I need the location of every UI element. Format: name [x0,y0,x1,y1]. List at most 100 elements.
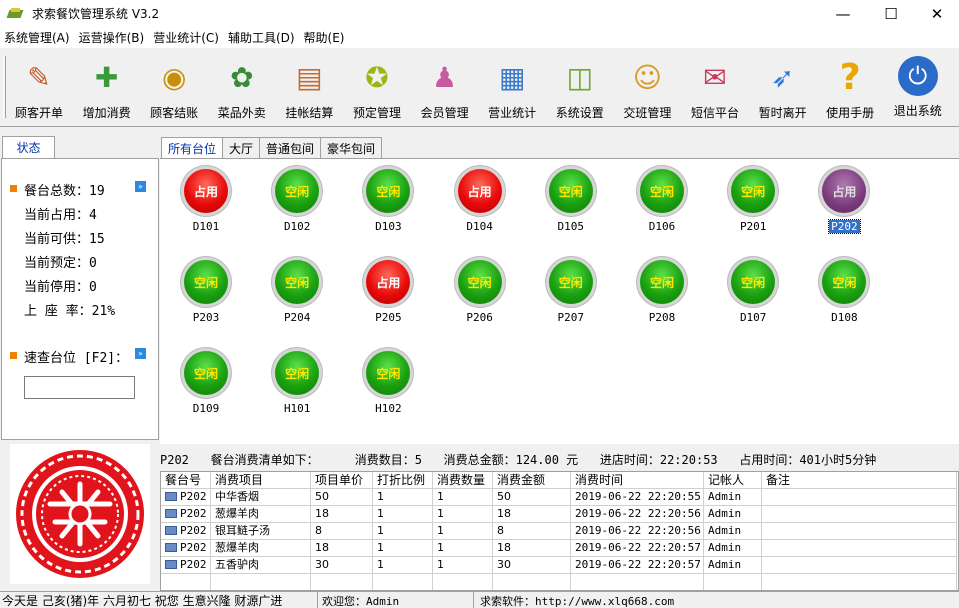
table-item[interactable]: 空闲 H102 [358,351,418,419]
toolbar-button-10[interactable]: ☺ 交班管理 [614,52,680,122]
sale-tag-icon: ✿ [230,60,254,94]
table-item[interactable]: 空闲 D106 [632,169,692,237]
table-item[interactable]: 空闲 D105 [541,169,601,237]
column-header[interactable]: 消费时间 [571,472,704,489]
toolbar-button-1[interactable]: ✎ 顾客开单 [6,52,72,122]
table-item[interactable]: 空闲 D109 [176,351,236,419]
tab-all-tables[interactable]: 所有台位 [161,137,224,159]
table-item[interactable]: 占用 D104 [450,169,510,237]
table-item[interactable]: 空闲 D107 [723,260,783,328]
column-header[interactable]: 备注 [762,472,957,489]
column-header-label: 消费金额 [497,473,546,487]
table-item[interactable]: 空闲 D108 [814,260,874,328]
grid-cell-value: 8 [315,524,322,537]
app-logo-icon [8,7,24,20]
grid-cell-value: 2019-06-22 22:20:56 [575,507,701,520]
toolbar-button-14[interactable]: ⏻ 退出系统 [885,52,951,122]
consumption-summary: P202 餐台消费清单如下： 消费数目：5 消费总金额：124.00 元 进店时… [160,452,877,467]
table-status-icon: 空闲 [548,260,593,304]
table-item[interactable]: 空闲 D102 [267,169,327,237]
table-item[interactable]: 空闲 P208 [632,260,692,328]
grid-cell-value: 1 [377,541,384,554]
menu-statistics[interactable]: 营业统计(C) [153,29,219,46]
grid-cell-value: 18 [497,507,511,520]
toolbar-button-label: 增加消费 [82,106,131,120]
tab-status[interactable]: 状态 [2,136,55,158]
table-status-icon: 空闲 [731,169,776,213]
menu-bar: 系统管理(A) 运营操作(B) 营业统计(C) 辅助工具(D) 帮助(E) [0,27,959,47]
column-header[interactable]: 打折比例 [373,472,433,489]
menu-help[interactable]: 帮助(E) [304,29,345,46]
toolbar-button-8[interactable]: ▦ 营业统计 [479,52,545,122]
table-row[interactable]: P202 葱爆羊肉 18 1 1 18 2019-06-22 22:20:56 Admin [161,506,957,523]
grid-cell-value: P202 [180,558,207,571]
column-header-label: 消费项目 [215,473,264,487]
tab-standard-room[interactable]: 普通包间 [259,137,322,159]
toolbar-button-6[interactable]: ✪ 预定管理 [344,52,410,122]
table-item[interactable]: 占用 P202 [814,169,874,237]
table-name: D103 [375,220,402,233]
expand-arrow-icon[interactable]: » [135,181,146,192]
table-item[interactable]: 空闲 H101 [267,351,327,419]
grid-cell [433,574,493,590]
expand-arrow-icon[interactable]: » [135,348,146,359]
table-row[interactable]: P202 五香驴肉 30 1 1 30 2019-06-22 22:20:57 Admin [161,557,957,574]
toolbar-button-3[interactable]: ◉ 顾客结账 [141,52,207,122]
toolbar-button-12[interactable]: ➶ 暂时离开 [750,52,816,122]
table-item[interactable]: 空闲 P204 [267,260,327,328]
column-header[interactable]: 项目单价 [311,472,373,489]
close-button[interactable]: ✕ [914,0,959,27]
toolbar-button-5[interactable]: ▤ 挂帐结算 [276,52,342,122]
table-status-icon: 占用 [366,260,411,304]
toolbar-button-label: 退出系统 [893,104,942,118]
toolbar-button-11[interactable]: ✉ 短信平台 [682,52,748,122]
table-status-icon: 空闲 [184,351,228,395]
question-mark-icon: ? [839,56,861,98]
column-header[interactable]: 消费项目 [211,472,311,489]
menu-tools[interactable]: 辅助工具(D) [228,29,295,46]
table-status-icon: 空闲 [822,260,867,304]
table-item[interactable]: 空闲 D103 [358,169,418,237]
menu-system[interactable]: 系统管理(A) [4,29,70,46]
toolbar-button-13[interactable]: ? 使用手册 [817,52,883,122]
toolbar-button-9[interactable]: ◫ 系统设置 [547,52,613,122]
table-name: D104 [466,220,493,233]
tab-luxury-room[interactable]: 豪华包间 [320,137,383,159]
grid-cell: 2019-06-22 22:20:57 [571,540,704,557]
table-item[interactable]: 空闲 P203 [176,260,236,328]
table-item[interactable]: 占用 P205 [358,260,418,328]
column-header[interactable]: 消费金额 [493,472,571,489]
table-row[interactable]: P202 银耳鲢子汤 8 1 1 8 2019-06-22 22:20:56 Admin [161,523,957,540]
minimize-button[interactable]: — [820,0,866,27]
table-item[interactable]: 占用 D101 [176,169,236,237]
table-name: P204 [283,311,311,324]
grid-cell: P202 [161,489,211,506]
table-name: P203 [192,311,220,324]
column-header[interactable]: 记帐人 [704,472,762,489]
grid-cell [762,540,957,557]
grid-cell: 2019-06-22 22:20:56 [571,523,704,540]
column-header[interactable]: 餐台号 [161,472,211,489]
menu-operations[interactable]: 运营操作(B) [79,29,145,46]
grid-cell: Admin [704,557,762,574]
grid-cell-value: 50 [315,490,329,503]
toolbar-button-7[interactable]: ♟ 会员管理 [412,52,478,122]
table-row[interactable]: P202 葱爆羊肉 18 1 1 18 2019-06-22 22:20:57 Admin [161,540,957,557]
grid-cell-value: 葱爆羊肉 [215,541,259,554]
table-item[interactable]: 空闲 P201 [723,169,783,237]
grid-cell-value: P202 [180,507,207,520]
toolbar-button-2[interactable]: ✚ 增加消费 [74,52,140,122]
column-header[interactable]: 消费数量 [433,472,493,489]
table-row[interactable]: P202 中华香烟 50 1 1 50 2019-06-22 22:20:55 Admin [161,489,957,506]
table-item[interactable]: 空闲 P206 [450,260,510,328]
maximize-button[interactable]: ☐ [868,0,914,27]
tab-hall[interactable]: 大厅 [222,137,261,159]
grid-cell-value: P202 [180,524,207,537]
table-item[interactable]: 空闲 P207 [541,260,601,328]
stat-value-occupied: 4 [89,208,97,223]
quick-lookup-input[interactable] [24,376,135,399]
toolbar-button-label: 使用手册 [826,106,875,120]
grid-cell-value: 1 [377,507,384,520]
toolbar-button-4[interactable]: ✿ 菜品外卖 [209,52,275,122]
table-name: D105 [557,220,585,233]
